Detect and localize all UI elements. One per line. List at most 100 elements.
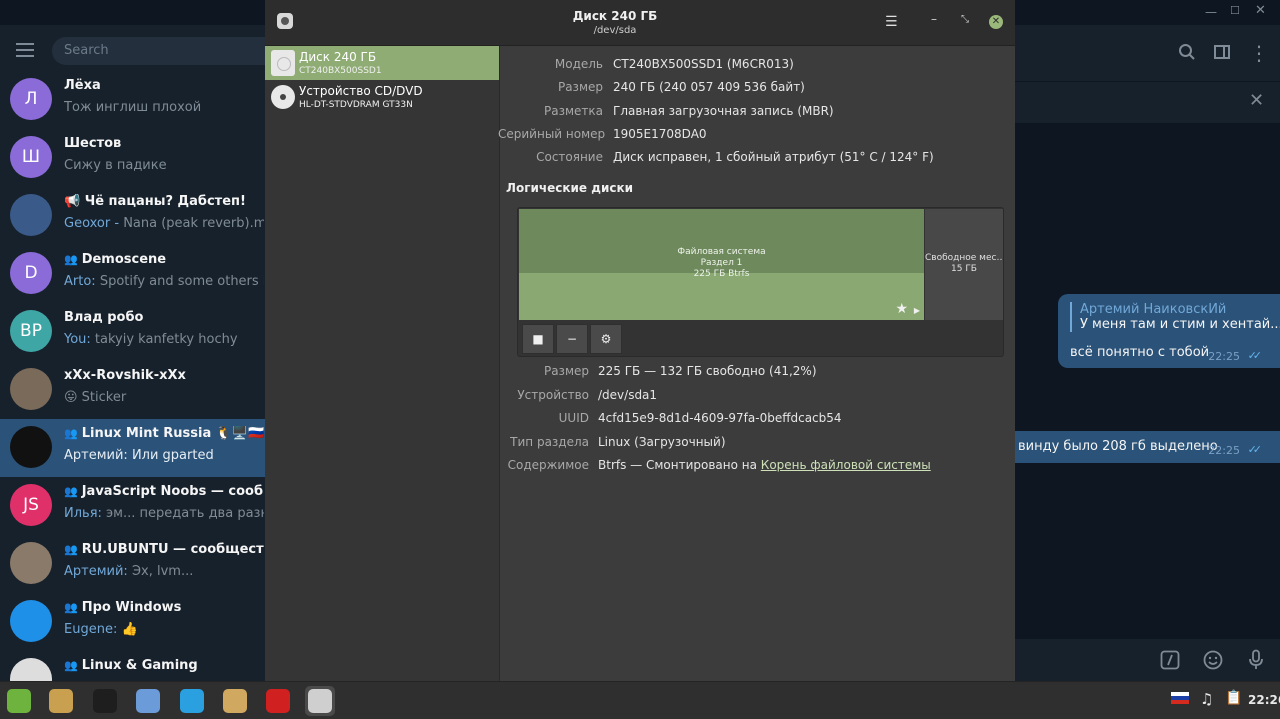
device-name: Устройство CD/DVD <box>299 84 423 98</box>
chat-name-text: JavaScript Noobs — сообществ <box>81 484 264 499</box>
disks-icon[interactable] <box>305 686 335 716</box>
more-icon[interactable]: ⋮ <box>1249 41 1269 65</box>
folder-icon[interactable] <box>220 686 250 716</box>
close-icon[interactable]: ✕ <box>989 15 1003 29</box>
settings-gear-button[interactable]: ⚙ <box>590 324 622 354</box>
avatar: JS <box>10 484 52 526</box>
chat-item[interactable]: xXx-Rovshik-xXx 😛 Sticker <box>0 361 265 419</box>
search-icon[interactable] <box>1178 43 1196 66</box>
chat-item[interactable]: BP Влад робо You: takyiy kanfetky hochy <box>0 303 265 361</box>
chat-last-message: Тож инглиш плохой <box>64 100 264 115</box>
property-value-text: Btrfs — Смонтировано на <box>598 458 761 472</box>
language-flag-icon[interactable] <box>1171 692 1189 707</box>
chat-item[interactable]: 👥 Linux Mint Russia 🐧🖥️🇷🇺 Артемий: Или gpa… <box>0 419 265 477</box>
partition-1[interactable]: Файловая система Раздел 1 225 ГБ Btrfs ★… <box>519 209 924 320</box>
microphone-icon[interactable] <box>1247 649 1265 676</box>
free-space-label: Свободное мес… 15 ГБ <box>925 253 1003 275</box>
message-bubble[interactable]: винду было 208 гб выделено 22:25 ✓✓ <box>1015 431 1280 463</box>
group-icon: 👥 <box>64 601 78 614</box>
window-title: Диск 240 ГБ <box>572 9 658 23</box>
read-ticks-icon: ✓✓ <box>1247 443 1263 456</box>
files-icon[interactable] <box>46 686 76 716</box>
avatar <box>10 426 52 468</box>
delete-partition-button[interactable]: − <box>556 324 588 354</box>
volume-toolbar: ■ − ⚙ <box>522 324 622 354</box>
chat-item[interactable]: 👥 Про Windows Eugene: 👍 <box>0 593 265 651</box>
maximize-icon[interactable]: ☐ <box>1230 4 1240 17</box>
app-red-icon[interactable] <box>263 686 293 716</box>
minimize-icon[interactable]: – <box>931 12 937 26</box>
property-value: CT240BX500SSD1 (M6CR013) <box>613 57 794 71</box>
chat-name-text: Лёха <box>64 78 101 93</box>
property-label: Устройство <box>517 387 589 402</box>
device-item[interactable]: Устройство CD/DVD HL-DT-STDVDRAM GT33N <box>265 80 499 114</box>
chat-name-text: RU.UBUNTU — сообщество по <box>81 542 264 557</box>
restore-icon[interactable]: ⤡ <box>961 14 969 25</box>
emoji-icon[interactable] <box>1203 650 1223 675</box>
chromium-icon[interactable] <box>133 686 163 716</box>
property-value-text: 225 ГБ — 132 ГБ свободно (41,2%) <box>598 364 817 378</box>
mount-point-link[interactable]: Корень файловой системы <box>761 458 931 472</box>
telegram-titlebar: — ☐ ✕ <box>1015 0 1280 25</box>
chat-name: Лёха <box>64 78 264 93</box>
message-preview: эм... передать два разных п <box>106 506 264 521</box>
disks-icon-glyph <box>308 689 332 713</box>
chat-item[interactable]: Ш Шестов Сижу в падике <box>0 129 265 187</box>
drive-details: Модель CT240BX500SSD1 (M6CR013) Размер 240 … <box>498 46 1015 681</box>
property-value: 225 ГБ — 132 ГБ свободно (41,2%) <box>598 364 817 378</box>
chat-name: xXx-Rovshik-xXx <box>64 368 264 383</box>
chat-name: 👥JavaScript Noobs — сообществ <box>64 484 264 499</box>
sidebar-toggle-icon[interactable] <box>1213 43 1231 66</box>
property-label: Размер <box>543 364 589 378</box>
clock[interactable]: 22:26 <box>1248 693 1280 707</box>
quote-author: Артемий НаиковскИй <box>1080 302 1227 317</box>
property-label: Модель <box>554 57 603 71</box>
chat-header: ⋮ <box>1015 25 1280 81</box>
property-value: Главная загрузочная запись (MBR) <box>613 104 834 118</box>
minimize-icon[interactable]: — <box>1205 5 1217 19</box>
chat-item[interactable]: Л Лёха Тож инглиш плохой <box>0 71 265 129</box>
close-icon[interactable]: ✕ <box>1255 3 1266 18</box>
menu-icon[interactable] <box>16 43 34 57</box>
chat-last-message: Arto: Spotify and some others in a f <box>64 274 264 289</box>
search-input[interactable]: Search <box>52 37 265 65</box>
window-subtitle: /dev/sda <box>593 25 637 36</box>
message-sender: Илья: <box>64 506 107 521</box>
chat-item[interactable]: 👥 Linux & Gaming <box>0 651 265 681</box>
reply-quote[interactable]: Артемий НаиковскИй У меня там и стим и х… <box>1070 302 1280 332</box>
chat-item[interactable]: 👥RU.UBUNTU — сообщество по Артемий: Эх, l… <box>0 535 265 593</box>
message-bubble[interactable]: Артемий НаиковскИй У меня там и стим и х… <box>1058 294 1280 368</box>
chat-name: 👥 Про Windows <box>64 600 264 615</box>
close-pinned-icon[interactable]: ✕ <box>1249 90 1264 111</box>
chat-item[interactable]: D 👥 Demoscene Arto: Spotify and some others… <box>0 245 265 303</box>
free-space[interactable]: Свободное мес… 15 ГБ <box>925 209 1003 320</box>
telegram-icon[interactable] <box>177 686 207 716</box>
avatar <box>10 194 52 236</box>
chat-item[interactable]: JS 👥JavaScript Noobs — сообществ Илья: эм.… <box>0 477 265 535</box>
chromium-icon-glyph <box>136 689 160 713</box>
partition-size-label: 225 ГБ Btrfs <box>693 269 750 279</box>
message-preview: Тож инглиш плохой <box>64 100 202 115</box>
hamburger-menu-icon[interactable]: ☰ <box>885 14 898 30</box>
property-value-text: Главная загрузочная запись (MBR) <box>613 103 834 118</box>
device-list: Диск 240 ГБ CT240BX500SSD1 Устройство CD/D… <box>265 46 500 681</box>
read-ticks-icon: ✓✓ <box>1247 349 1263 362</box>
commands-icon[interactable] <box>1160 650 1180 675</box>
chat-name-text: xXx-Rovshik-xXx <box>64 368 186 383</box>
chat-item[interactable]: 📢 Чё пацаны? Дабстеп! Geoxor - Nana (peak… <box>0 187 265 245</box>
music-note-icon[interactable]: ♫ <box>1200 690 1213 708</box>
clipboard-icon[interactable]: 📋 <box>1225 690 1242 706</box>
mint-menu-icon[interactable] <box>4 686 34 716</box>
chat-last-message: Geoxor - Nana (peak reverb).mp3, с <box>64 216 264 231</box>
property-value-text: Диск исправен, 1 сбойный атрибут (51° C … <box>613 150 934 165</box>
chat-last-message: Eugene: 👍 <box>64 622 264 637</box>
telegram-icon-glyph <box>180 689 204 713</box>
terminal-icon[interactable] <box>90 686 120 716</box>
stop-button[interactable]: ■ <box>522 324 554 354</box>
message-preview: 😛 Sticker <box>64 390 127 405</box>
avatar <box>10 658 52 681</box>
avatar: BP <box>10 310 52 352</box>
message-text: винду было 208 гб выделено <box>1018 439 1218 454</box>
chat-last-message: Сижу в падике <box>64 158 264 173</box>
device-item[interactable]: Диск 240 ГБ CT240BX500SSD1 <box>265 46 499 80</box>
